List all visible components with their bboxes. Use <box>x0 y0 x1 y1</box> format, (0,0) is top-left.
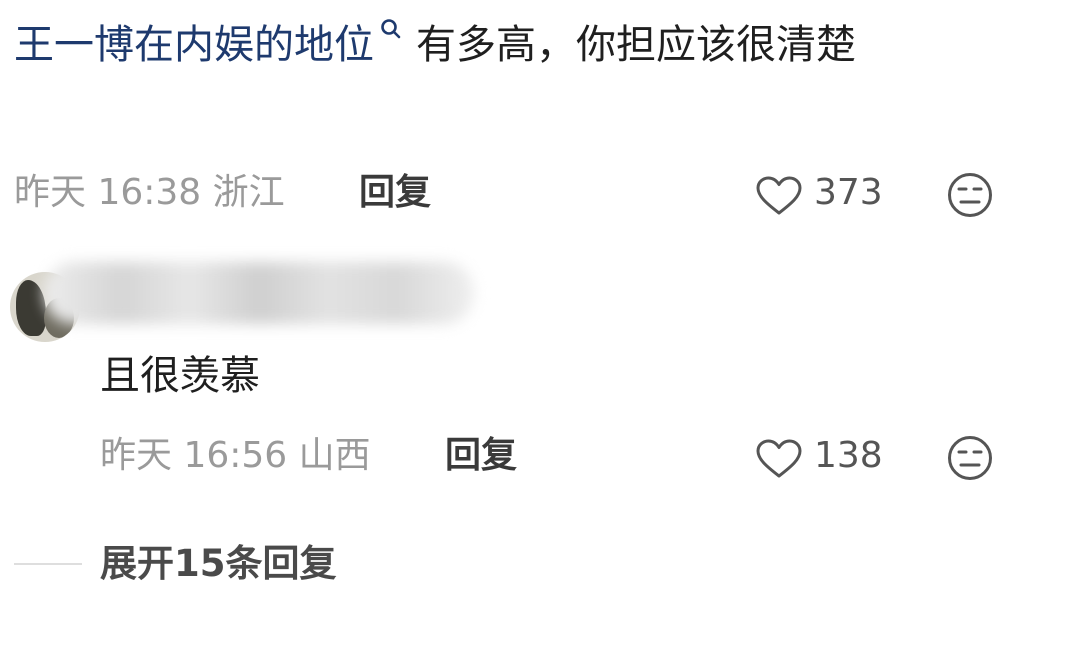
reply-time-location: 昨天 16:56 山西 <box>100 435 371 476</box>
comment-body: 王一博在内娱的地位 有多高，你担应该很清楚 <box>14 14 1014 76</box>
divider-line <box>14 563 82 565</box>
avatar-figure <box>16 280 46 336</box>
reply-meta-row: 昨天 16:56 山西 回复 138 <box>100 428 1004 484</box>
blurred-username <box>44 262 474 324</box>
like-count: 138 <box>814 435 883 476</box>
comment-meta-row: 昨天 16:38 浙江 回复 373 <box>14 165 1004 221</box>
like-button[interactable]: 373 <box>754 165 914 221</box>
heart-icon <box>756 176 802 215</box>
search-highlight-link[interactable]: 王一博在内娱的地位 <box>14 22 374 68</box>
comment-time-location: 昨天 16:38 浙江 <box>14 172 285 213</box>
reply-button[interactable]: 回复 <box>359 165 431 221</box>
dislike-face-icon[interactable] <box>946 434 994 482</box>
heart-icon <box>756 439 802 478</box>
expand-replies-button[interactable]: 展开15条回复 <box>100 536 337 592</box>
like-button[interactable]: 138 <box>754 428 914 484</box>
dislike-face-icon[interactable] <box>946 171 994 219</box>
reply-button[interactable]: 回复 <box>445 428 517 484</box>
search-icon[interactable] <box>380 18 402 48</box>
like-count: 373 <box>814 172 883 213</box>
comment-text: 有多高，你担应该很清楚 <box>416 22 856 68</box>
reply-text: 且很羡慕 <box>100 353 260 399</box>
